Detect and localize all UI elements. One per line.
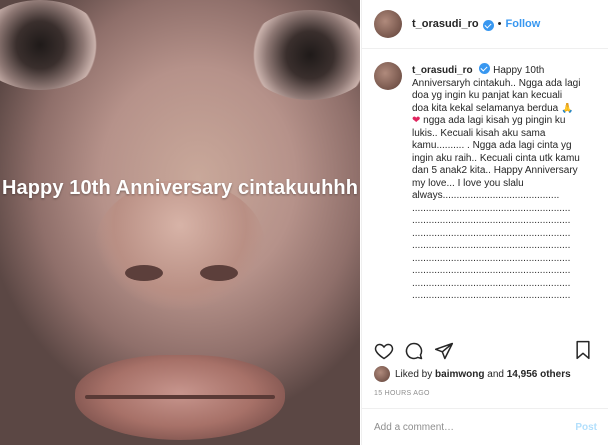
caption-line: kamu.......... . Ngga ada lagi cinta yg <box>412 140 572 151</box>
face-eye-left <box>0 0 105 90</box>
caption-username[interactable]: t_orasudi_ro <box>412 65 473 76</box>
comment-input[interactable] <box>374 421 576 433</box>
caption-dots: ........................................… <box>412 215 571 226</box>
post-timestamp[interactable]: 15 HOURS AGO <box>374 390 430 397</box>
liker-username[interactable]: baimwong <box>435 369 484 380</box>
face-nostril-left <box>125 265 163 281</box>
header-username[interactable]: t_orasudi_ro <box>412 18 479 30</box>
caption-line: always..................................… <box>412 190 560 201</box>
caption-avatar[interactable] <box>374 62 402 90</box>
face-nostril-right <box>200 265 238 281</box>
caption-line: ingin aku raih.. Kecuali cinta utk kamu <box>412 152 580 164</box>
caption: t_orasudi_ro Happy 10th Anniversaryh cin… <box>374 62 602 303</box>
likes-prefix: Liked by <box>395 368 433 380</box>
caption-line: lukis.. Kecuali kisah aku sama <box>412 127 546 139</box>
verified-badge-icon <box>482 19 494 31</box>
share-icon[interactable] <box>434 341 454 361</box>
photo-overlay-text: Happy 10th Anniversary cintakuuhhh <box>1 177 359 199</box>
caption-dots: ........................................… <box>412 202 571 214</box>
post-photo[interactable]: Happy 10th Anniversary cintakuuhhh <box>0 0 360 445</box>
likes-and: and <box>487 368 504 380</box>
post-button[interactable]: Post <box>575 422 597 433</box>
caption-line: ngga ada lagi kisah yg pingin ku <box>423 115 566 126</box>
follow-button[interactable]: Follow <box>506 18 541 30</box>
caption-dots: ........................................… <box>412 265 571 276</box>
caption-line: doa kita kekal selamanya berdua <box>412 102 559 114</box>
face-lip-line <box>85 395 275 399</box>
comment-icon[interactable] <box>404 341 424 361</box>
praying-hands-icon: 🙏 <box>560 102 574 114</box>
caption-dots: ........................................… <box>412 252 571 264</box>
verified-badge-icon <box>479 63 491 74</box>
like-heart-icon[interactable] <box>374 341 394 361</box>
action-bar <box>374 338 602 364</box>
caption-line: Happy 10th <box>493 65 545 76</box>
comment-form: Post <box>362 408 608 445</box>
caption-line: my love... I love you slalu <box>412 177 524 189</box>
caption-dots: ........................................… <box>412 227 571 239</box>
avatar[interactable] <box>374 10 402 38</box>
liker-avatar[interactable] <box>374 366 390 382</box>
red-heart-icon: ❤ <box>412 115 421 126</box>
caption-line: Anniversaryh cintakuh.. Ngga ada lagi <box>412 77 581 89</box>
likes-count[interactable]: 14,956 others <box>507 369 571 380</box>
post-sidebar: t_orasudi_ro • Follow t_orasudi_ro Happy… <box>361 0 608 445</box>
caption-line: doa yg ingin ku panjat kan kecuali <box>412 90 563 101</box>
caption-line: dan 5 anak2 kita.. Happy Anniversary <box>412 165 578 176</box>
caption-dots: ........................................… <box>412 240 571 251</box>
bookmark-icon[interactable] <box>574 340 592 360</box>
caption-dots: ........................................… <box>412 277 571 289</box>
header-separator: • <box>497 18 502 30</box>
post-header: t_orasudi_ro • Follow <box>362 0 608 49</box>
caption-dots: ........................................… <box>412 290 571 301</box>
face-eye-right <box>245 10 360 100</box>
likes-summary: Liked by baimwong and 14,956 others <box>374 366 571 382</box>
caption-text: t_orasudi_ro Happy 10th Anniversaryh cin… <box>412 62 600 303</box>
